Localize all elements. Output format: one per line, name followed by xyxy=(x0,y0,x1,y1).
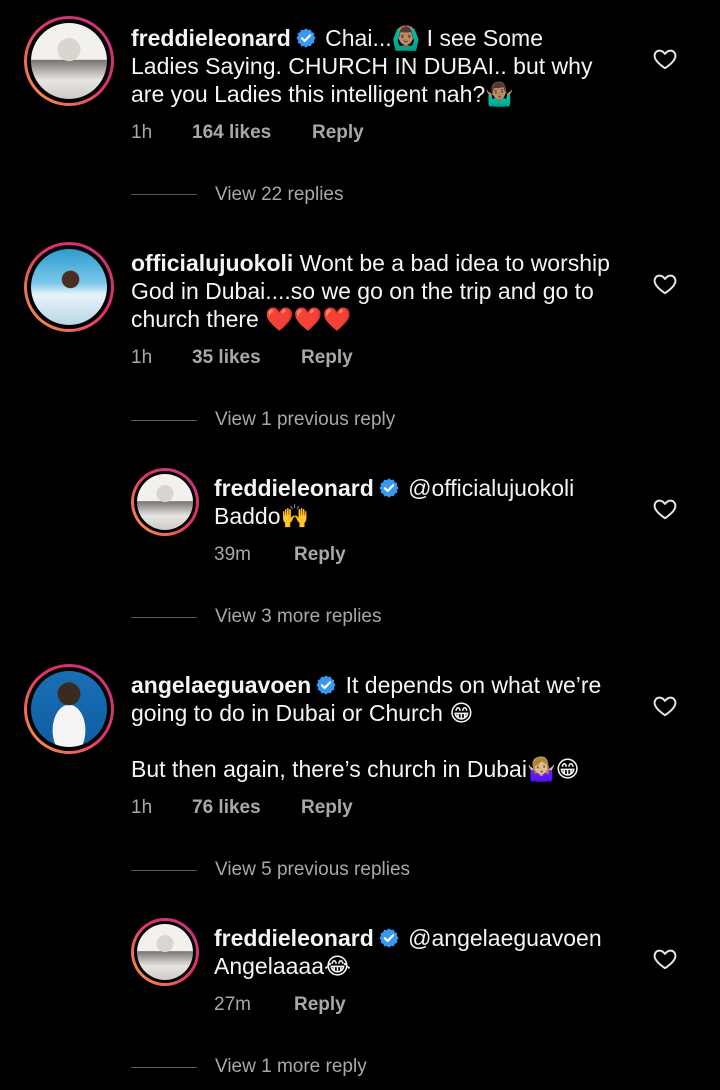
view-replies-button[interactable]: View 3 more replies xyxy=(215,606,382,628)
verified-badge-icon xyxy=(378,477,400,499)
timestamp: 27m xyxy=(214,994,251,1015)
divider xyxy=(131,420,197,421)
comment-line: Angelaaaa😂 xyxy=(214,953,351,979)
likes-count[interactable]: 164 likes xyxy=(192,122,271,144)
comment-line: Chai...🙆🏽‍♂️ I see Some xyxy=(325,25,543,51)
comment-line: are you Ladies this intelligent nah?🤷🏽‍♂… xyxy=(131,81,514,107)
timestamp: 1h xyxy=(131,347,153,368)
comment-line: Ladies Saying. CHURCH IN DUBAI.. but why xyxy=(131,53,593,79)
timestamp: 1h xyxy=(131,122,153,143)
reply-button[interactable]: Reply xyxy=(312,122,364,144)
comment-line: God in Dubai....so we go on the trip and… xyxy=(131,278,594,304)
username[interactable]: freddieleonard xyxy=(131,25,291,51)
username[interactable]: freddieleonard xyxy=(214,925,374,951)
divider xyxy=(131,194,197,195)
likes-count[interactable]: 35 likes xyxy=(192,347,261,369)
comment-meta: 1h 35 likes Reply xyxy=(131,347,531,371)
comment-meta: 27m Reply xyxy=(214,994,514,1018)
view-replies-button[interactable]: View 1 more reply xyxy=(215,1056,367,1078)
comment-line: going to do in Dubai or Church 😁 xyxy=(131,700,474,726)
reply-button[interactable]: Reply xyxy=(301,797,353,819)
username[interactable]: freddieleonard xyxy=(214,475,374,501)
comment: freddieleonard Chai...🙆🏽‍♂️ I see Some L… xyxy=(0,0,720,210)
view-replies-button[interactable]: View 1 previous reply xyxy=(215,409,395,431)
heart-outline-icon[interactable] xyxy=(652,946,678,972)
mention[interactable]: @officialujuokoli xyxy=(408,475,574,501)
view-replies-button[interactable]: View 22 replies xyxy=(215,184,344,206)
avatar[interactable] xyxy=(24,16,114,106)
avatar[interactable] xyxy=(131,468,199,536)
view-replies-button[interactable]: View 5 previous replies xyxy=(215,859,410,881)
comment-line: church there ❤️❤️❤️ xyxy=(131,306,352,332)
verified-badge-icon xyxy=(315,674,337,696)
heart-outline-icon[interactable] xyxy=(652,693,678,719)
reply-button[interactable]: Reply xyxy=(294,994,346,1016)
comment-meta: 1h 76 likes Reply xyxy=(131,797,531,821)
comment-line: It depends on what we’re xyxy=(345,672,602,698)
comment-text: angelaeguavoen It depends on what we’re … xyxy=(131,671,651,783)
timestamp: 1h xyxy=(131,797,153,818)
comment-line: But then again, there’s church in Dubai🤷… xyxy=(131,756,580,782)
timestamp: 39m xyxy=(214,544,251,565)
comment-text: officialujuokoli Wont be a bad idea to w… xyxy=(131,249,651,333)
divider xyxy=(131,617,197,618)
likes-count[interactable]: 76 likes xyxy=(192,797,261,819)
avatar[interactable] xyxy=(24,664,114,754)
mention[interactable]: @angelaeguavoen xyxy=(408,925,601,951)
verified-badge-icon xyxy=(295,27,317,49)
heart-outline-icon[interactable] xyxy=(652,271,678,297)
avatar[interactable] xyxy=(131,918,199,986)
comment-text: freddieleonard @angelaeguavoen Angelaaaa… xyxy=(214,924,654,980)
reply-button[interactable]: Reply xyxy=(294,544,346,566)
heart-outline-icon[interactable] xyxy=(652,496,678,522)
comment-line: Baddo🙌 xyxy=(214,503,310,529)
reply-button[interactable]: Reply xyxy=(301,347,353,369)
username[interactable]: officialujuokoli xyxy=(131,250,293,276)
divider xyxy=(131,1067,197,1068)
avatar[interactable] xyxy=(24,242,114,332)
comment-text: freddieleonard @officialujuokoli Baddo🙌 xyxy=(214,474,654,530)
comment-meta: 39m Reply xyxy=(214,544,514,568)
comment-text: freddieleonard Chai...🙆🏽‍♂️ I see Some L… xyxy=(131,24,651,108)
comment-line: Wont be a bad idea to worship xyxy=(299,250,610,276)
divider xyxy=(131,870,197,871)
verified-badge-icon xyxy=(378,927,400,949)
heart-outline-icon[interactable] xyxy=(652,46,678,72)
username[interactable]: angelaeguavoen xyxy=(131,672,311,698)
comment-meta: 1h 164 likes Reply xyxy=(131,122,531,146)
